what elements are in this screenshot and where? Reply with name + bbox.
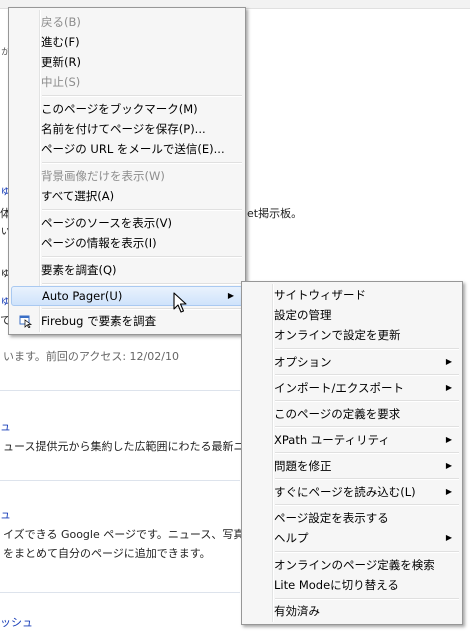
submenu-item-show-page-settings[interactable]: ページ設定を表示する <box>244 508 460 528</box>
submenu-arrow-icon: ▶ <box>445 487 452 496</box>
submenu-arrow-icon: ▶ <box>445 435 452 444</box>
menu-item-label: Lite Modeに切り替える <box>274 578 399 592</box>
menu-item-label: 要素を調査(Q) <box>41 263 117 277</box>
menu-item-label: オンラインのページ定義を検索 <box>274 558 435 572</box>
mouse-pointer-icon <box>173 292 187 313</box>
menu-separator <box>275 374 459 376</box>
submenu-item-manage-settings[interactable]: 設定の管理 <box>244 305 460 325</box>
menu-item-firebug-inspect[interactable]: Firebug で要素を調査 <box>11 311 243 331</box>
menu-item-label: 設定の管理 <box>274 308 332 322</box>
menu-separator <box>275 478 459 480</box>
menu-separator <box>275 426 459 428</box>
menu-item-inspect-element[interactable]: 要素を調査(Q) <box>11 260 243 280</box>
menu-item-label: すぐにページを読み込む(L) <box>274 485 416 499</box>
menu-item-label: 更新(R) <box>41 55 81 69</box>
menu-item-back[interactable]: 戻る(B) <box>11 12 243 32</box>
menu-item-label: ページの情報を表示(I) <box>41 236 157 250</box>
submenu-arrow-icon: ▶ <box>445 533 452 542</box>
menu-item-send-link[interactable]: ページの URL をメールで送信(E)... <box>11 139 243 159</box>
submenu-item-lite-mode[interactable]: Lite Modeに切り替える <box>244 575 460 595</box>
autopager-submenu: サイトウィザード 設定の管理 オンラインで設定を更新 オプション ▶ インポート… <box>241 281 463 625</box>
menu-item-forward[interactable]: 進む(F) <box>11 32 243 52</box>
page-divider <box>0 390 240 391</box>
submenu-item-options[interactable]: オプション ▶ <box>244 352 460 372</box>
menu-item-label: このページの定義を要求 <box>274 407 401 421</box>
menu-separator <box>275 598 459 600</box>
menu-separator <box>42 95 242 97</box>
menu-item-view-source[interactable]: ページのソースを表示(V) <box>11 213 243 233</box>
menu-separator <box>42 162 242 164</box>
menu-item-stop[interactable]: 中止(S) <box>11 72 243 92</box>
menu-item-label: 有効済み <box>274 604 320 618</box>
menu-separator <box>42 308 242 310</box>
page-text-board: et掲示板。 <box>247 207 303 220</box>
submenu-item-enabled[interactable]: 有効済み <box>244 601 460 621</box>
menu-separator <box>42 256 242 258</box>
page-divider <box>0 592 240 593</box>
menu-item-save-page[interactable]: 名前を付けてページを保存(P)... <box>11 119 243 139</box>
menu-item-label: ヘルプ <box>274 531 309 545</box>
submenu-item-fix-problem[interactable]: 問題を修正 ▶ <box>244 456 460 476</box>
menu-item-label: 背景画像だけを表示(W) <box>41 169 165 183</box>
submenu-item-site-wizard[interactable]: サイトウィザード <box>244 285 460 305</box>
menu-item-label: 中止(S) <box>41 75 81 89</box>
firebug-icon <box>19 315 33 328</box>
submenu-item-import-export[interactable]: インポート/エクスポート ▶ <box>244 378 460 398</box>
menu-item-label: すべて選択(A) <box>41 189 115 203</box>
menu-item-label: 戻る(B) <box>41 15 81 29</box>
page-link-fragment[interactable]: ュ <box>0 506 11 522</box>
menu-separator <box>42 283 242 285</box>
menu-item-label: XPath ユーティリティ <box>274 433 390 447</box>
menu-item-view-background-image[interactable]: 背景画像だけを表示(W) <box>11 166 243 186</box>
menu-item-label: オンラインで設定を更新 <box>274 328 401 342</box>
page-visit-info: います。前回のアクセス: 12/02/10 <box>3 350 179 363</box>
menu-item-label: ページのソースを表示(V) <box>41 216 173 230</box>
menu-item-label: オプション <box>274 355 332 369</box>
menu-item-label: 名前を付けてページを保存(P)... <box>41 122 206 136</box>
menu-separator <box>42 209 242 211</box>
page-google-text: イズできる Google ページです。ニュース、写真 <box>3 528 245 541</box>
menu-item-label: サイトウィザード <box>274 288 366 302</box>
menu-item-label: このページをブックマーク(M) <box>41 102 198 116</box>
submenu-arrow-icon: ▶ <box>445 357 452 366</box>
menu-separator <box>275 348 459 350</box>
menu-item-label: インポート/エクスポート <box>274 381 405 395</box>
submenu-item-request-definition[interactable]: このページの定義を要求 <box>244 404 460 424</box>
submenu-arrow-icon: ▶ <box>445 383 452 392</box>
menu-item-label: 進む(F) <box>41 35 80 49</box>
menu-item-bookmark-page[interactable]: このページをブックマーク(M) <box>11 99 243 119</box>
menu-item-autopager[interactable]: Auto Pager(U) ▶ <box>11 286 243 306</box>
menu-item-label: 問題を修正 <box>274 459 332 473</box>
menu-separator <box>275 551 459 553</box>
menu-item-reload[interactable]: 更新(R) <box>11 52 243 72</box>
submenu-item-update-online[interactable]: オンラインで設定を更新 <box>244 325 460 345</box>
page-news-text: ュース提供元から集約した広範囲にわたる最新ニ <box>3 440 245 453</box>
menu-separator <box>275 452 459 454</box>
page-divider <box>0 480 240 481</box>
submenu-arrow-icon: ▶ <box>227 291 234 300</box>
menu-item-page-info[interactable]: ページの情報を表示(I) <box>11 233 243 253</box>
menu-item-label: Auto Pager(U) <box>42 289 123 303</box>
menu-item-label: ページ設定を表示する <box>274 511 389 525</box>
submenu-item-load-now[interactable]: すぐにページを読み込む(L) ▶ <box>244 482 460 502</box>
submenu-item-help[interactable]: ヘルプ ▶ <box>244 528 460 548</box>
submenu-arrow-icon: ▶ <box>445 461 452 470</box>
page-link-fragment[interactable]: ッシュ <box>0 614 33 630</box>
menu-separator <box>275 504 459 506</box>
submenu-item-search-online-definitions[interactable]: オンラインのページ定義を検索 <box>244 555 460 575</box>
menu-item-label: ページの URL をメールで送信(E)... <box>41 142 225 156</box>
submenu-item-xpath-utility[interactable]: XPath ユーティリティ ▶ <box>244 430 460 450</box>
context-menu: 戻る(B) 進む(F) 更新(R) 中止(S) このページをブックマーク(M) … <box>8 7 246 335</box>
menu-item-select-all[interactable]: すべて選択(A) <box>11 186 243 206</box>
menu-separator <box>275 400 459 402</box>
menu-item-label: Firebug で要素を調査 <box>41 314 157 328</box>
page-google-text-2: をまとめて自分のページに追加できます。 <box>3 547 211 560</box>
page-link-fragment[interactable]: ュ <box>0 418 11 434</box>
